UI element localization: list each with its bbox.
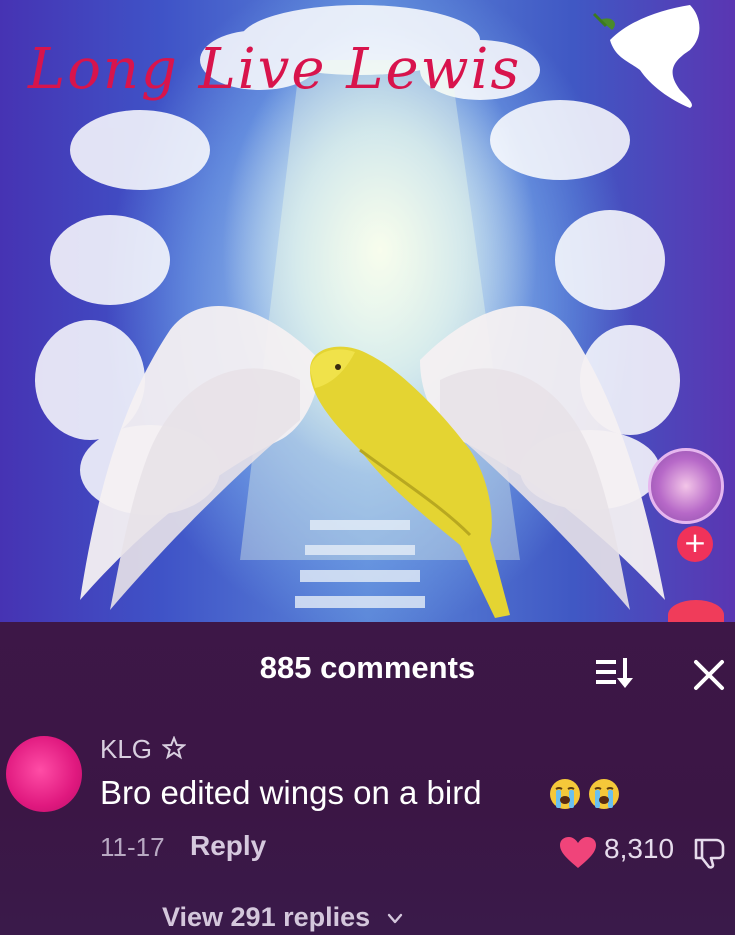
commenter-avatar[interactable] [6,736,82,812]
reply-button[interactable]: Reply [190,830,266,862]
star-icon [162,736,186,760]
comment-date: 11-17 [100,832,165,862]
comment-username[interactable]: KLG [100,734,152,765]
video-like-button[interactable] [668,600,724,622]
heart-icon[interactable] [558,836,598,870]
video-artwork: Long Live Lewis [27,5,700,618]
video-title-overlay: Long Live Lewis [27,37,521,102]
video-player[interactable]: Long Live Lewis + [0,0,735,622]
view-replies-button[interactable]: View 291 replies [162,902,370,933]
close-icon[interactable] [690,656,728,694]
chevron-down-icon[interactable] [386,912,404,926]
follow-button[interactable]: + [677,526,713,562]
creator-avatar[interactable] [648,448,724,524]
dove-icon [592,5,700,108]
crying-emoji-icon [550,779,580,809]
sort-icon[interactable] [596,656,636,690]
dislike-icon[interactable] [692,834,728,870]
crying-emoji-icon [589,779,619,809]
like-count: 8,310 [604,833,675,864]
comments-sheet: 885 comments KLG Bro edited wings on a b… [0,622,735,935]
comment-text: Bro edited wings on a bird [100,774,482,811]
